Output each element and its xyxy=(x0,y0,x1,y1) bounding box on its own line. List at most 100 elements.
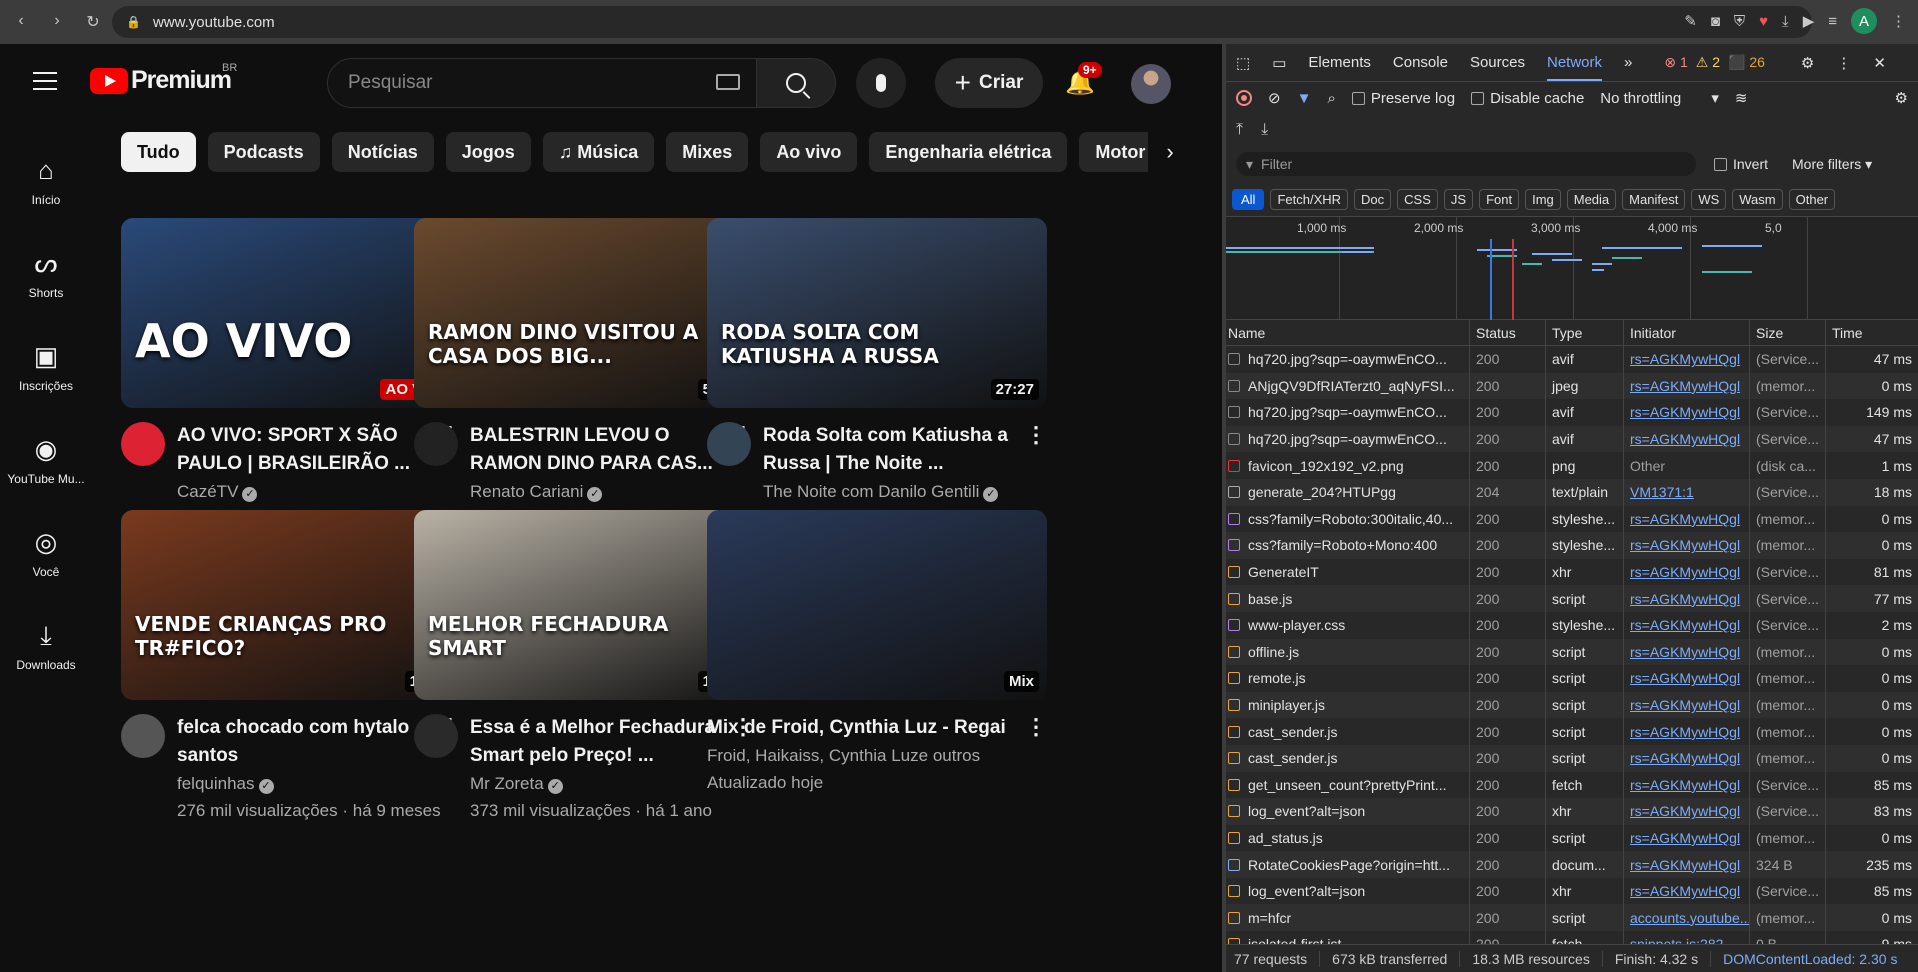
back-icon[interactable]: ‹ xyxy=(10,12,32,32)
type-filter-media[interactable]: Media xyxy=(1566,188,1617,210)
column-type[interactable]: Type xyxy=(1546,320,1624,345)
request-name[interactable]: www-player.css xyxy=(1222,611,1470,639)
table-row[interactable]: miniplayer.js 200 script rs=AGKMywHQgl (memo… xyxy=(1222,691,1918,719)
import-har-icon[interactable]: ⤒ xyxy=(1236,121,1243,139)
request-name[interactable]: ad_status.js xyxy=(1222,824,1470,852)
type-filter-all[interactable]: All xyxy=(1232,188,1265,210)
request-name[interactable]: css?family=Roboto:300italic,40... xyxy=(1222,505,1470,533)
filter-chip[interactable]: Jogos xyxy=(445,132,531,172)
filter-chip[interactable]: Podcasts xyxy=(207,132,320,172)
filter-input[interactable]: ▾ Filter xyxy=(1236,152,1696,176)
request-name[interactable]: remote.js xyxy=(1222,665,1470,692)
initiator-link[interactable]: rs=AGKMywHQgl xyxy=(1630,404,1740,420)
video-card[interactable]: RAMON DINO VISITOU A CASA DOS BIG...52:5… xyxy=(414,218,754,532)
address-bar[interactable]: 🔒 www.youtube.com xyxy=(112,6,1812,38)
video-card[interactable]: RODA SOLTA COM KATIUSHA A RUSSA 27:27 Roda… xyxy=(707,218,1047,532)
type-filter-font[interactable]: Font xyxy=(1479,188,1520,210)
video-thumbnail[interactable]: Mix xyxy=(707,510,1047,700)
channel-avatar[interactable] xyxy=(414,714,458,758)
request-name[interactable]: base.js xyxy=(1222,585,1470,612)
channel-name-text[interactable]: Mr Zoreta xyxy=(470,774,544,793)
initiator-link[interactable]: rs=AGKMywHQgl xyxy=(1630,644,1740,660)
channel-name-text[interactable]: felquinhas xyxy=(177,774,255,793)
video-card[interactable]: AO VIVOAO VIVOAO VIVO: SPORT X SÃOPAULO … xyxy=(121,218,461,532)
video-title[interactable]: Roda Solta com Katiusha a xyxy=(763,422,1047,450)
type-filter-fetchxhr[interactable]: Fetch/XHR xyxy=(1270,188,1349,210)
disable-cache-checkbox[interactable]: Disable cache xyxy=(1471,90,1584,107)
type-filter-js[interactable]: JS xyxy=(1443,188,1474,210)
initiator-link[interactable]: rs=AGKMywHQgl xyxy=(1630,537,1740,553)
issue-counts[interactable]: ⊗ 1 ⚠ 2 ⬛ 26 xyxy=(1664,54,1765,71)
sidebar-item[interactable]: ▣ Inscrições xyxy=(0,320,92,413)
sidebar-item[interactable]: ᔕ Shorts xyxy=(0,227,92,320)
more-filters-dropdown[interactable]: More filters ▾ xyxy=(1792,156,1872,173)
search-input[interactable]: Pesquisar xyxy=(327,58,757,108)
request-name[interactable]: hq720.jpg?sqp=-oaymwEnCO... xyxy=(1222,399,1470,426)
initiator-link[interactable]: rs=AGKMywHQgl xyxy=(1630,378,1740,394)
request-name[interactable]: RotateCookiesPage?origin=htt... xyxy=(1222,851,1470,878)
shield-icon[interactable]: ⛨ xyxy=(1734,13,1745,30)
table-row[interactable]: ANjgQV9DfRIATerzt0_aqNyFSI... 200 jpeg rs=A… xyxy=(1222,372,1918,400)
sidebar-item[interactable]: ◉ YouTube Mu... xyxy=(0,413,92,506)
initiator-link[interactable]: rs=AGKMywHQgl xyxy=(1630,670,1740,686)
channel-name-text[interactable]: Renato Cariani xyxy=(470,482,583,501)
video-card[interactable]: MELHOR FECHADURA SMART17:57 Essa é a Melh… xyxy=(414,510,754,824)
column-initiator[interactable]: Initiator xyxy=(1624,320,1750,345)
request-name[interactable]: m=hfcr xyxy=(1222,904,1470,932)
table-row[interactable]: css?family=Roboto:300italic,40... 200 styl… xyxy=(1222,505,1918,533)
table-row[interactable]: base.js 200 script rs=AGKMywHQgl (Service...… xyxy=(1222,585,1918,612)
sidebar-item[interactable]: ⌂ Início xyxy=(0,134,92,227)
column-size[interactable]: Size xyxy=(1750,320,1826,345)
request-name[interactable]: ANjgQV9DfRIATerzt0_aqNyFSI... xyxy=(1222,372,1470,400)
search-button[interactable] xyxy=(756,58,836,108)
export-har-icon[interactable]: ⤓ xyxy=(1261,121,1268,139)
table-row[interactable]: hq720.jpg?sqp=-oaymwEnCO... 200 avif rs=AGK… xyxy=(1222,399,1918,426)
initiator-link[interactable]: rs=AGKMywHQgl xyxy=(1630,750,1740,766)
channel-avatar[interactable] xyxy=(414,422,458,466)
devtools-resizer[interactable] xyxy=(1222,44,1226,972)
initiator-link[interactable]: rs=AGKMywHQgl xyxy=(1630,564,1740,580)
request-name[interactable]: favicon_192x192_v2.png xyxy=(1222,452,1470,479)
request-name[interactable]: offline.js xyxy=(1222,638,1470,666)
type-filter-doc[interactable]: Doc xyxy=(1354,188,1392,210)
voice-search-button[interactable] xyxy=(856,58,906,108)
video-thumbnail[interactable]: AO VIVOAO VIVO xyxy=(121,218,461,408)
more-options-icon[interactable]: ⋮ xyxy=(1025,714,1047,740)
request-name[interactable]: miniplayer.js xyxy=(1222,691,1470,719)
initiator-link[interactable]: rs=AGKMywHQgl xyxy=(1630,883,1740,899)
initiator-link[interactable]: rs=AGKMywHQgl xyxy=(1630,351,1740,367)
initiator-link[interactable]: rs=AGKMywHQgl xyxy=(1630,511,1740,527)
request-name[interactable]: hq720.jpg?sqp=-oaymwEnCO... xyxy=(1222,346,1470,373)
inspect-icon[interactable]: ⬚ xyxy=(1236,54,1250,72)
forward-icon[interactable]: › xyxy=(46,12,68,32)
column-name[interactable]: Name xyxy=(1222,320,1470,345)
initiator-link[interactable]: rs=AGKMywHQgl xyxy=(1630,777,1740,793)
channel-name-text[interactable]: Froid, Haikaiss, Cynthia Luze outros xyxy=(707,746,980,765)
video-card[interactable]: VENDE CRIANÇAS PRO TR#FICO?15:15 felca ch… xyxy=(121,510,461,824)
request-name[interactable]: generate_204?HTUPgg xyxy=(1222,478,1470,506)
tab-sources[interactable]: Sources xyxy=(1470,54,1525,71)
settings-gear-icon[interactable]: ⚙ xyxy=(1801,54,1814,72)
type-filter-ws[interactable]: WS xyxy=(1691,188,1727,210)
video-thumbnail[interactable]: MELHOR FECHADURA SMART17:57 xyxy=(414,510,754,700)
video-thumbnail[interactable]: RODA SOLTA COM KATIUSHA A RUSSA 27:27 xyxy=(707,218,1047,408)
media-icon[interactable]: ▶ xyxy=(1803,12,1815,30)
tab-list-icon[interactable]: ≡ xyxy=(1828,13,1837,30)
throttling-select[interactable]: No throttling ▾ xyxy=(1600,89,1719,107)
clear-icon[interactable]: ⊘ xyxy=(1268,89,1281,107)
table-row[interactable]: favicon_192x192_v2.png 200 png Other (disk c… xyxy=(1222,452,1918,479)
initiator-link[interactable]: rs=AGKMywHQgl xyxy=(1630,591,1740,607)
table-row[interactable]: m=hfcr 200 script accounts.youtube... (memor… xyxy=(1222,904,1918,932)
filter-chip[interactable]: ♫ Música xyxy=(542,132,655,172)
channel-avatar[interactable] xyxy=(121,714,165,758)
filter-chip[interactable]: Engenharia elétrica xyxy=(869,132,1068,172)
table-row[interactable]: hq720.jpg?sqp=-oaymwEnCO... 200 avif rs=AGK… xyxy=(1222,425,1918,453)
sidebar-item[interactable]: ◎ Você xyxy=(0,506,92,599)
preserve-log-checkbox[interactable]: Preserve log xyxy=(1351,90,1455,107)
table-row[interactable]: RotateCookiesPage?origin=htt... 200 docum.… xyxy=(1222,851,1918,878)
video-card[interactable]: Mix Mix de Froid, Cynthia Luz - Regai Froi… xyxy=(707,510,1047,796)
initiator-link[interactable]: rs=AGKMywHQgl xyxy=(1630,617,1740,633)
sidebar-item[interactable]: ⤓ Downloads xyxy=(0,599,92,692)
network-settings-icon[interactable]: ⚙ xyxy=(1895,89,1908,107)
table-row[interactable]: remote.js 200 script rs=AGKMywHQgl (memor...… xyxy=(1222,665,1918,692)
